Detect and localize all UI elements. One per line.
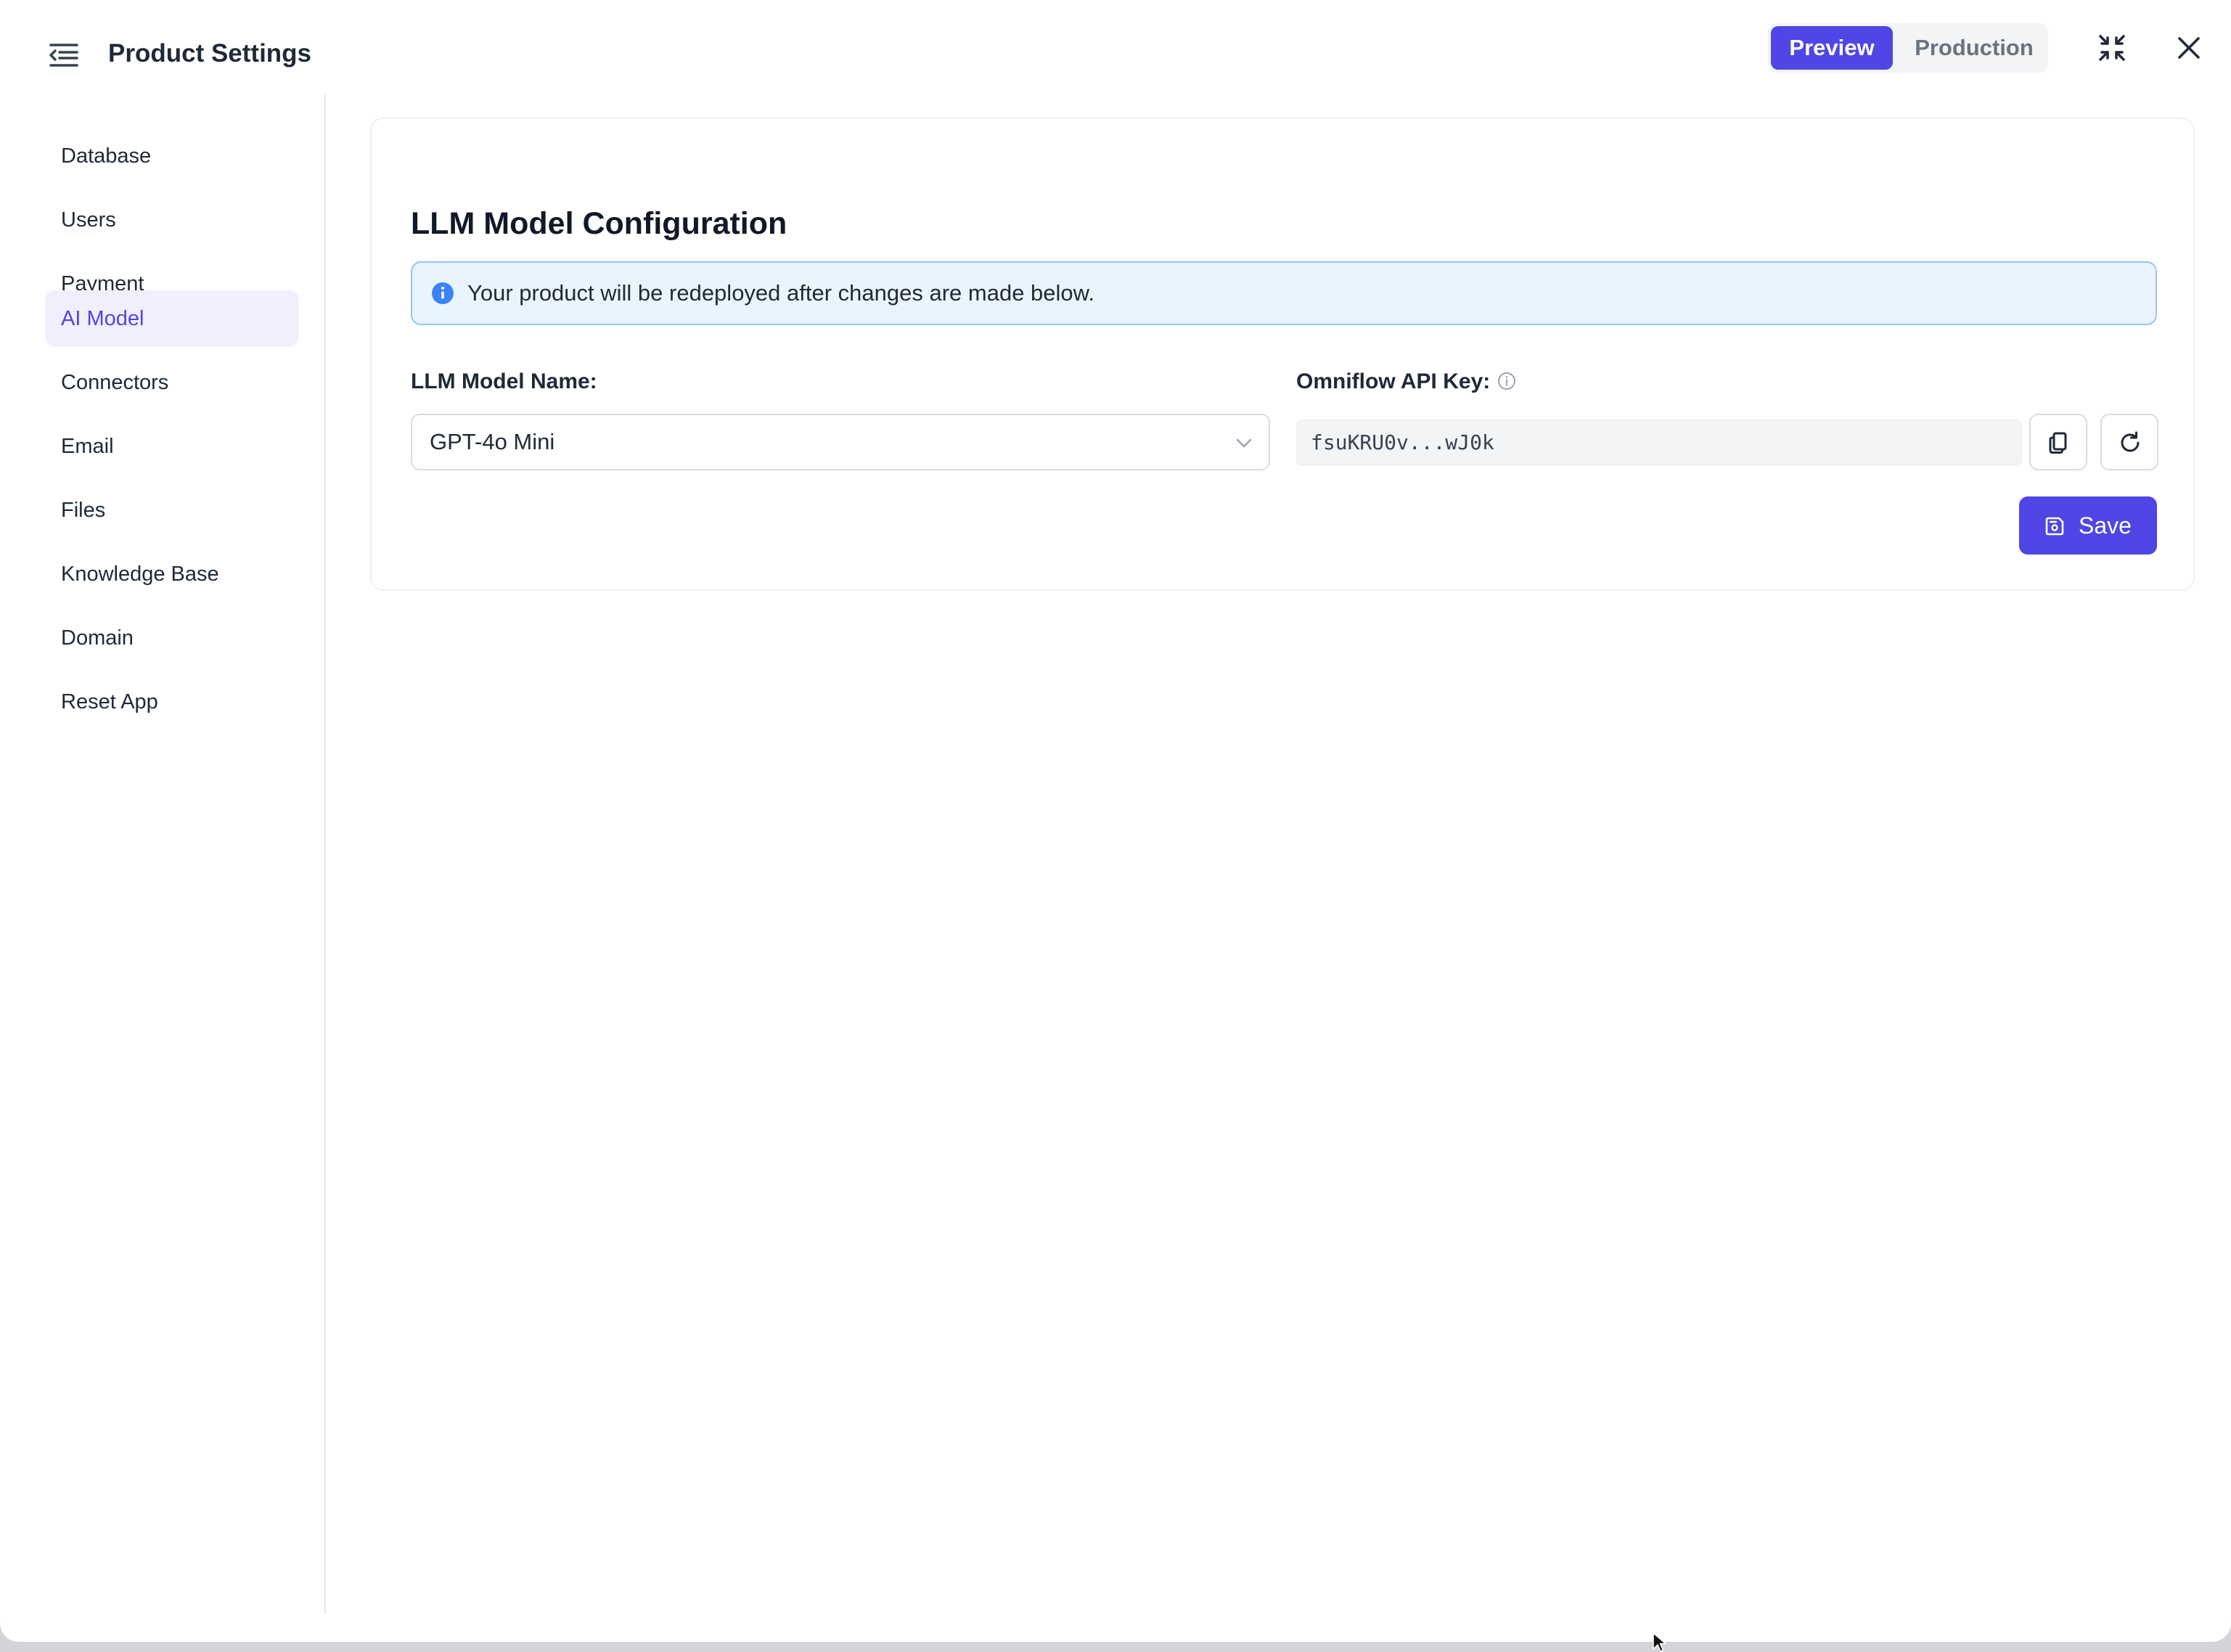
model-select-value: GPT-4o Mini [430,429,555,454]
sidebar-item-email[interactable]: Email [45,418,299,475]
save-icon [2045,517,2064,536]
api-key-label-group: Omniflow API Key: [1296,367,1516,396]
copy-icon [2049,432,2067,454]
info-outline-icon[interactable] [1497,372,1516,390]
environment-toggle: Preview Production [1768,23,2048,73]
modal-header: Product Settings Preview Production [0,0,2231,94]
refresh-icon [2121,431,2140,452]
settings-sidebar: Database Users Payment AI Model Connecto… [0,94,326,1614]
sidebar-item-database[interactable]: Database [45,128,299,184]
save-button[interactable]: Save [2019,496,2157,555]
api-key-label: Omniflow API Key: [1296,369,1491,393]
menu-collapse-icon[interactable] [48,42,80,68]
info-banner-text: Your product will be redeployed after ch… [467,280,1094,306]
sidebar-item-users[interactable]: Users [45,192,299,248]
product-settings-modal: Product Settings Preview Production Data… [0,0,2231,1642]
production-tab[interactable]: Production [1903,26,2045,70]
preview-tab[interactable]: Preview [1771,26,1893,70]
collapse-arrows-icon[interactable] [2096,32,2128,64]
info-circle-icon [432,282,454,304]
sidebar-item-domain[interactable]: Domain [45,610,299,666]
chevron-down-icon [1236,438,1252,448]
sidebar-item-connectors[interactable]: Connectors [45,354,299,411]
sidebar-item-reset-app[interactable]: Reset App [45,674,299,730]
copy-api-key-button[interactable] [2029,414,2087,470]
sidebar-item-knowledge-base[interactable]: Knowledge Base [45,546,299,602]
sidebar-item-ai-model[interactable]: AI Model [45,290,299,347]
model-name-label: LLM Model Name: [411,369,597,393]
mouse-pointer-icon [1653,1632,1666,1652]
llm-config-card: LLM Model Configuration Your product wil… [370,118,2195,591]
save-button-label: Save [2079,512,2132,539]
info-banner: Your product will be redeployed after ch… [411,261,2157,325]
regenerate-api-key-button[interactable] [2100,414,2158,470]
page-title: Product Settings [108,39,312,68]
close-icon[interactable] [2173,32,2205,64]
section-title: LLM Model Configuration [411,206,787,241]
sidebar-item-files[interactable]: Files [45,482,299,539]
api-key-field[interactable]: fsuKRU0v...wJ0k [1296,420,2022,466]
model-select[interactable]: GPT-4o Mini [411,414,1270,470]
